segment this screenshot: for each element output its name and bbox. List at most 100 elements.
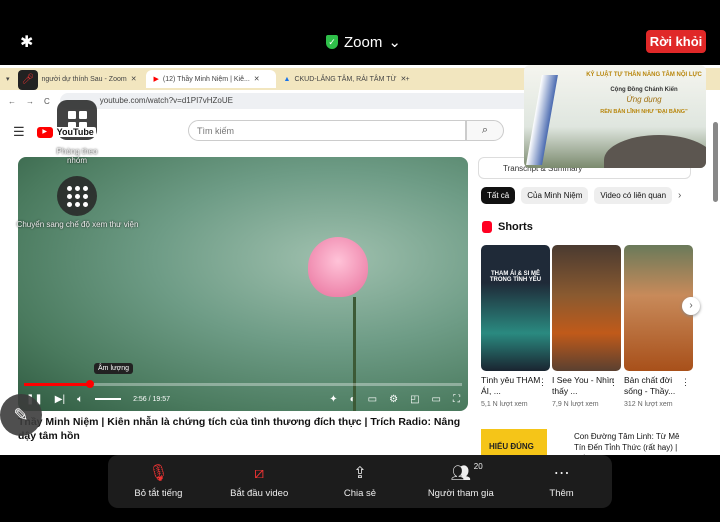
chevron-down-icon: ⌄ <box>388 34 401 51</box>
video-title: Thầy Minh Niệm | Kiên nhẫn là chứng tích… <box>18 416 461 442</box>
start-video-button[interactable]: ⧄ Bắt đầu video <box>214 464 304 499</box>
back-icon[interactable]: ← <box>8 97 16 106</box>
autoplay-toggle[interactable]: ◐ <box>350 394 356 405</box>
pip-text: Cộng Đồng Chánh Kiến <box>610 87 678 93</box>
search-input[interactable]: Tìm kiếm <box>188 120 466 141</box>
youtube-logo-text[interactable]: YouTube <box>54 127 96 137</box>
related-title[interactable]: Con Đường Tâm Linh: Từ Mê Tín Đến Tỉnh T… <box>574 431 684 455</box>
subtitles-icon[interactable]: ▭ <box>368 394 377 405</box>
progress-fill <box>24 383 90 386</box>
time-display: 2:56 / 19:57 <box>133 395 171 403</box>
tab-menu-icon[interactable]: ▾ <box>0 75 16 83</box>
gallery-view-label: Chuyển sang chế độ xem thư viện <box>16 220 139 229</box>
player-controls: ❚❚ ▶| 🔈︎ 2:56 / 19:57 ✦ ◐ ▭ ⚙ ◰ ▭ ⛶ <box>18 389 468 409</box>
short-views: 5,1 N lượt xem <box>481 401 528 408</box>
volume-slider[interactable] <box>95 398 122 400</box>
progress-scrubber[interactable] <box>85 380 94 388</box>
short-thumbnail[interactable]: THAM ÁI & SI MÊ TRONG TÌNH YÊU <box>481 245 550 371</box>
more-vert-icon[interactable]: ⋮ <box>538 377 547 388</box>
search-icon: ⌕ <box>481 124 489 136</box>
settings-icon[interactable]: ⚙ <box>389 394 398 405</box>
chevron-right-icon[interactable]: › <box>678 190 681 201</box>
share-icon: ⇪ <box>353 465 367 482</box>
leave-button[interactable]: Rời khỏi <box>646 30 706 53</box>
youtube-logo-icon[interactable]: ▶ <box>36 126 53 138</box>
unmute-button[interactable]: 🎙︎ Bỏ tắt tiếng <box>113 464 203 499</box>
share-button[interactable]: ⇪ Chia sẻ <box>315 464 405 499</box>
miniplayer-icon[interactable]: ◰ <box>410 394 419 405</box>
more-vert-icon[interactable]: ⋮ <box>681 377 690 388</box>
short-thumbnail[interactable] <box>552 245 621 371</box>
shorts-next-button[interactable]: › <box>682 297 700 315</box>
share-label: Chia sẻ <box>343 488 377 499</box>
pip-text: KỶ LUẬT TỰ THÂN NĂNG TÂM NỘI LỰC <box>586 72 702 78</box>
shorts-title: Shorts <box>498 221 533 233</box>
breakout-rooms-label: Phòng theo nhóm <box>56 147 98 165</box>
tab-label: người dự thính Sau - Zoom <box>41 75 127 83</box>
meeting-title: Zoom <box>344 33 383 51</box>
video-off-icon: ⧄ <box>254 465 265 482</box>
participant-video-thumbnail[interactable]: KỶ LUẬT TỰ THÂN NĂNG TÂM NỘI LỰC Cộng Đồ… <box>524 65 706 168</box>
close-icon[interactable]: ✕ <box>254 75 260 83</box>
participants-button[interactable]: 👥︎ 20 Người tham gia <box>416 462 506 499</box>
volume-tooltip: Âm lượng <box>94 363 134 374</box>
ai-sparkle-icon[interactable]: ✦ <box>329 394 337 405</box>
browser-tab-active[interactable]: ▶ (12) Thầy Minh Niệm | Kiê... ✕ <box>145 70 276 88</box>
meeting-info-dropdown[interactable]: ✓ Zoom ⌄ <box>326 33 401 51</box>
search-button[interactable]: ⌕ <box>466 120 504 141</box>
short-title[interactable]: I See You - Nhìn thấy ... <box>552 375 614 397</box>
theater-icon[interactable]: ▭ <box>432 394 441 405</box>
tab-label: CKUD-LẮNG TÂM, RẢI TÂM TỪ <box>294 75 397 83</box>
short-views: 312 N lượt xem <box>624 401 673 408</box>
fullscreen-icon[interactable]: ⛶ <box>453 394 460 405</box>
pip-text: RÈN BẢN LĨNH NHƯ "ĐẠI BÀNG" <box>600 109 688 115</box>
short-title[interactable]: Bản chất đời sống - Thầy... <box>624 375 686 397</box>
more-label: Thêm <box>549 488 574 499</box>
shorts-header: Shorts <box>482 221 533 233</box>
filter-chips: Tất cả Của Minh Niệm Video có liên quan <box>481 187 673 204</box>
meeting-toolbar: 🎙︎ Bỏ tắt tiếng ⧄ Bắt đầu video ⇪ Chia sẻ 👥… <box>108 455 612 508</box>
more-vert-icon[interactable]: ⋮ <box>609 377 618 388</box>
audio-off-icon[interactable]: ✱ <box>20 32 33 52</box>
shield-icon: ✓ <box>326 35 338 49</box>
unmute-label: Bỏ tắt tiếng <box>134 488 183 499</box>
start-video-label: Bắt đầu video <box>230 488 289 499</box>
muted-mic-icon: 🎤︎ <box>18 70 38 90</box>
participant-head <box>604 135 706 168</box>
related-thumbnail[interactable]: HIỂU ĐÚNG <box>481 429 547 455</box>
participants-icon: 👥︎ <box>450 465 471 482</box>
more-button[interactable]: ⋯ Thêm <box>517 464 607 499</box>
shorts-icon <box>482 221 492 233</box>
new-tab-icon[interactable]: + <box>406 76 410 83</box>
progress-bar[interactable] <box>24 380 462 388</box>
participants-label: Người tham gia <box>427 488 494 499</box>
menu-icon[interactable]: ☰ <box>13 124 25 140</box>
tab-label: (12) Thầy Minh Niệm | Kiê... <box>162 75 250 83</box>
flag <box>526 75 558 165</box>
gallery-view-button[interactable] <box>57 176 97 216</box>
gallery-grid-icon <box>57 176 97 216</box>
forward-icon[interactable]: → <box>26 97 34 106</box>
drive-favicon-icon: ▲ <box>283 75 291 83</box>
scrollbar[interactable] <box>713 122 718 202</box>
short-title[interactable]: Tình yêu THAM ÁI, ... <box>481 375 543 397</box>
close-icon[interactable]: ✕ <box>131 75 137 83</box>
participant-count: 20 <box>473 462 483 471</box>
chip-all[interactable]: Tất cả <box>481 187 516 204</box>
short-overlay-text: THAM ÁI & SI MÊ TRONG TÌNH YÊU <box>489 271 542 283</box>
chip-related[interactable]: Video có liên quan <box>594 187 673 204</box>
more-icon: ⋯ <box>553 465 570 482</box>
chip-channel[interactable]: Của Minh Niệm <box>521 187 589 204</box>
zoom-top-bar: ✱ ✓ Zoom ⌄ Rời khỏi <box>0 0 720 64</box>
annotate-pencil-icon[interactable]: ✎ <box>0 394 42 436</box>
next-icon[interactable]: ▶| <box>55 394 65 405</box>
youtube-favicon-icon: ▶ <box>153 76 159 83</box>
short-views: 7,9 N lượt xem <box>552 401 599 408</box>
url-input[interactable]: youtube.com/watch?v=d1PI7vHZoUE <box>59 93 540 109</box>
lotus-flower <box>308 237 368 297</box>
pip-text: Ứng dụng <box>626 95 662 104</box>
mic-muted-icon: 🎙︎ <box>148 465 169 482</box>
browser-tab[interactable]: ▲ CKUD-LẮNG TÂM, RẢI TÂM TỪ ✕ <box>276 70 406 88</box>
reload-icon[interactable]: C <box>44 97 50 106</box>
volume-icon[interactable]: 🔈︎ <box>77 394 83 405</box>
